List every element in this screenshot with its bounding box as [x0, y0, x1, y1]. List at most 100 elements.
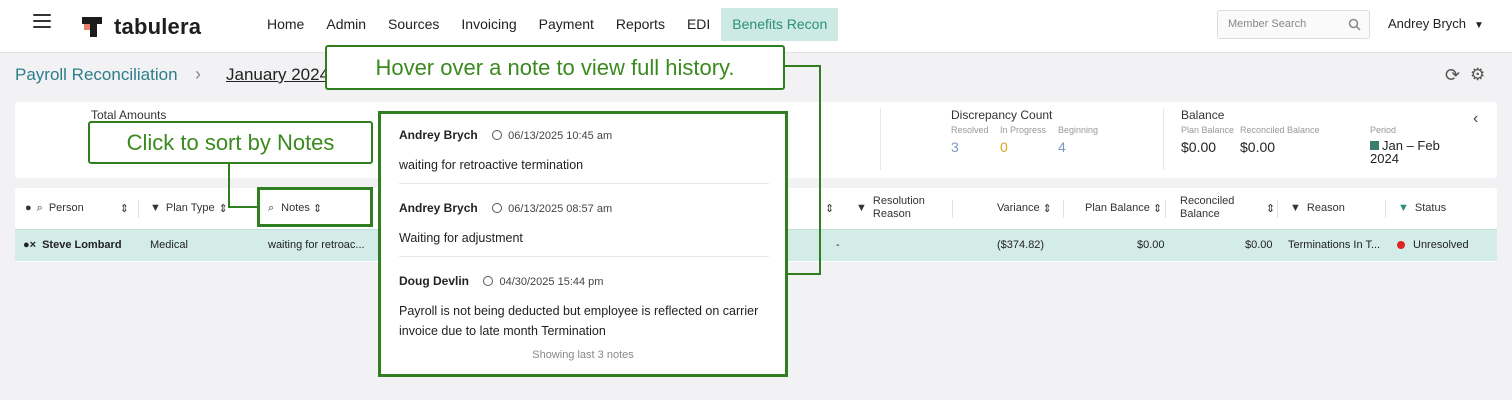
logo[interactable]: tabulera [82, 14, 201, 40]
note-time-text: 06/13/2025 08:57 am [508, 203, 613, 215]
breadcrumb-root[interactable]: Payroll Reconciliation [15, 65, 178, 85]
reconciled-balance-label: Reconciled Balance [1240, 125, 1320, 135]
row-variance: ($374.82) [997, 239, 1045, 251]
divider [1165, 200, 1166, 218]
row-status: Unresolved [1397, 239, 1469, 251]
nav-payment[interactable]: Payment [528, 8, 605, 41]
note-item: Andrey Brych 06/13/2025 10:45 am waiting… [399, 126, 771, 175]
header-reason-label: Reason [1306, 202, 1345, 214]
row-reason: Terminations In T... [1288, 239, 1381, 251]
header-variance[interactable]: Variance ⇕ [997, 188, 1052, 228]
note-timestamp: 04/30/2025 15:44 pm [483, 276, 603, 288]
divider [1063, 200, 1064, 218]
plan-balance-label: Plan Balance [1181, 125, 1235, 135]
notes-history-popup: Andrey Brych 06/13/2025 10:45 am waiting… [378, 111, 788, 377]
header-plan-balance[interactable]: Plan Balance ⇕ [1085, 188, 1162, 228]
sort-icon[interactable]: ⇕ [1266, 202, 1275, 215]
note-text: Payroll is not being deducted but employ… [399, 304, 759, 338]
sort-callout: Click to sort by Notes [88, 121, 373, 164]
row-notes[interactable]: waiting for retroac... [268, 239, 365, 251]
status-dot-icon [1397, 240, 1405, 249]
person-icon: ● [25, 202, 32, 214]
header-status[interactable]: ▼ Status [1398, 188, 1446, 228]
chevron-down-icon: ▼ [1474, 20, 1484, 31]
in-progress-label: In Progress [1000, 125, 1047, 135]
row-person-name: Steve Lombard [42, 239, 122, 251]
filter-icon[interactable]: ▼ [1398, 202, 1409, 214]
note-author: Doug Devlin [399, 274, 470, 288]
collapse-icon[interactable]: ‹ [1473, 110, 1478, 128]
search-icon[interactable]: ⌕ [37, 202, 43, 215]
user-name: Andrey Brych [1388, 16, 1467, 31]
header-resolution-reason-label: Resolution Reason [872, 195, 925, 220]
sort-icon[interactable]: ⇕ [825, 188, 834, 228]
nav-benefits-recon[interactable]: Benefits Recon [721, 8, 839, 41]
divider [880, 108, 881, 170]
hover-callout: Hover over a note to view full history. [325, 45, 785, 90]
plan-balance-value: $0.00 [1181, 139, 1217, 155]
header-resolution-reason[interactable]: ▼ Resolution Reason [856, 188, 937, 228]
user-menu[interactable]: Andrey Brych ▼ [1388, 16, 1484, 31]
connector-line [228, 206, 258, 208]
sort-icon[interactable]: ⇕ [1153, 202, 1162, 215]
sort-icon[interactable]: ⇕ [1043, 202, 1052, 215]
header-person[interactable]: ● ⌕ Person ⇕ [25, 188, 129, 228]
notes-header-highlight [257, 187, 373, 227]
sort-icon[interactable]: ⇕ [120, 202, 129, 215]
connector-line [819, 65, 821, 275]
note-time-text: 06/13/2025 10:45 am [508, 130, 613, 142]
resolved-count[interactable]: 3 [951, 139, 959, 155]
row-person[interactable]: ●× Steve Lombard [23, 239, 122, 251]
logo-text: tabulera [114, 14, 202, 39]
header-plan-balance-label: Plan Balance [1085, 202, 1150, 214]
header-person-label: Person [48, 202, 84, 214]
filter-icon[interactable]: ▼ [1290, 202, 1301, 214]
divider [1163, 108, 1164, 170]
nav-admin[interactable]: Admin [315, 8, 377, 41]
gear-icon[interactable]: ⚙ [1470, 65, 1485, 85]
nav-home[interactable]: Home [256, 8, 315, 41]
refresh-icon[interactable]: ⟳ [1445, 65, 1460, 86]
sort-icon[interactable]: ⇕ [219, 202, 228, 215]
divider [1277, 200, 1278, 218]
menu-icon[interactable] [33, 14, 51, 32]
note-text: waiting for retroactive termination [399, 158, 584, 172]
header-status-label: Status [1414, 202, 1447, 214]
nav-edi[interactable]: EDI [676, 8, 721, 41]
notes-footer: Showing last 3 notes [532, 349, 634, 361]
note-item: Doug Devlin 04/30/2025 15:44 pm Payroll … [399, 272, 771, 341]
main-menu: Home Admin Sources Invoicing Payment Rep… [256, 8, 839, 41]
row-resolution-reason: - [836, 239, 840, 251]
beginning-label: Beginning [1058, 125, 1099, 135]
header-reconciled-balance[interactable]: Reconciled Balance ⇕ [1180, 188, 1275, 228]
beginning-count[interactable]: 4 [1058, 139, 1066, 155]
header-reconciled-balance-label: Reconciled Balance [1180, 195, 1235, 220]
nav-reports[interactable]: Reports [605, 8, 676, 41]
connector-line [228, 163, 230, 208]
search-placeholder: Member Search [1228, 18, 1307, 30]
member-search-input[interactable]: Member Search [1217, 10, 1370, 39]
connector-line [783, 65, 821, 67]
header-plan-type[interactable]: ▼ Plan Type ⇕ [150, 188, 228, 228]
note-time-text: 04/30/2025 15:44 pm [499, 276, 604, 288]
nav-sources[interactable]: Sources [377, 8, 450, 41]
divider [399, 183, 769, 184]
clock-icon [492, 203, 503, 213]
nav-invoicing[interactable]: Invoicing [450, 8, 527, 41]
in-progress-count[interactable]: 0 [1000, 139, 1008, 155]
reconciled-balance-value: $0.00 [1240, 139, 1276, 155]
header-variance-label: Variance [997, 202, 1040, 214]
breadcrumb-current[interactable]: January 2024 [226, 65, 330, 85]
clock-icon [492, 130, 503, 140]
search-icon [1348, 18, 1361, 31]
resolved-label: Resolved [951, 125, 989, 135]
header-reason[interactable]: ▼ Reason [1290, 188, 1345, 228]
connector-line [786, 273, 821, 275]
filter-icon[interactable]: ▼ [150, 202, 161, 214]
row-reconciled-balance: $0.00 [1245, 239, 1273, 251]
period-value[interactable]: Jan – Feb 2024 [1370, 139, 1460, 165]
header-plan-type-label: Plan Type [165, 202, 215, 214]
balance-title: Balance [1181, 108, 1225, 122]
filter-icon[interactable]: ▼ [856, 202, 867, 214]
chevron-right-icon: › [195, 64, 201, 84]
